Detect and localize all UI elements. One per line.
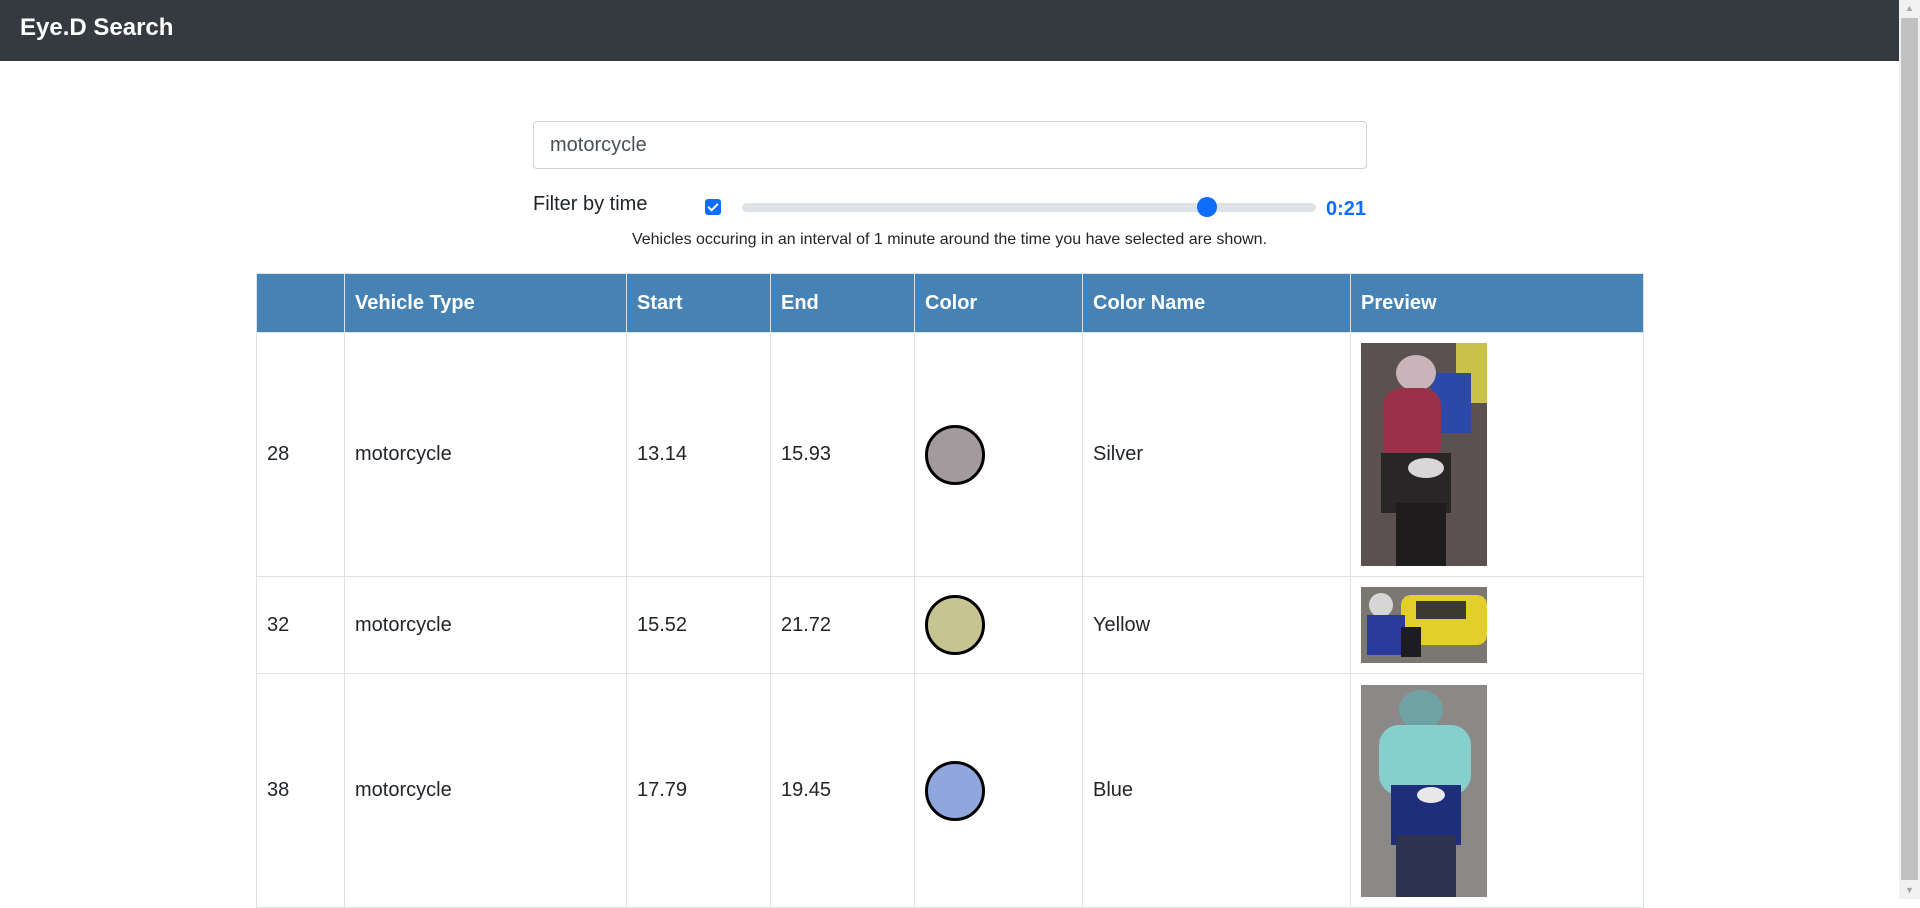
filter-hint: Vehicles occuring in an interval of 1 mi… [0, 231, 1899, 249]
cell-preview [1350, 576, 1644, 674]
cell-preview [1350, 332, 1644, 577]
scrollbar-thumb[interactable] [1901, 18, 1918, 880]
filter-by-time-label: Filter by time [533, 193, 648, 215]
navbar: Eye.D Search [0, 0, 1899, 61]
color-swatch [925, 595, 985, 655]
cell-end: 21.72 [770, 576, 915, 674]
scroll-up-arrow-icon[interactable]: ▲ [1899, 0, 1920, 17]
cell-start: 15.52 [626, 576, 771, 674]
cell-end: 19.45 [770, 673, 915, 908]
app-brand[interactable]: Eye.D Search [20, 13, 173, 43]
cell-color-name: Yellow [1082, 576, 1351, 674]
color-swatch [925, 760, 985, 821]
cell-id: 28 [256, 332, 345, 577]
column-header-color-name: Color Name [1082, 273, 1351, 333]
filter-hint-text: Vehicles occuring in an interval of 1 mi… [631, 231, 1268, 248]
vertical-scrollbar[interactable]: ▲ ▼ [1899, 0, 1920, 899]
column-header-id [256, 273, 345, 333]
table-row[interactable]: 28 motorcycle 13.14 15.93 Silver [256, 332, 1644, 577]
table-header-row: Vehicle Type Start End Color Color Name … [256, 273, 1644, 333]
cell-start: 13.14 [626, 332, 771, 577]
motorcycle-near-yellow-car-image [1361, 587, 1633, 663]
cell-color [914, 576, 1083, 674]
cell-color [914, 673, 1083, 908]
time-slider[interactable] [742, 197, 1316, 217]
color-swatch [925, 424, 985, 485]
column-header-start: Start [626, 273, 771, 333]
cell-start: 17.79 [626, 673, 771, 908]
cell-color-name: Silver [1082, 332, 1351, 577]
cell-id: 32 [256, 576, 345, 674]
cell-preview [1350, 673, 1644, 908]
column-header-end: End [770, 273, 915, 333]
cell-vehicle-type: motorcycle [344, 332, 627, 577]
cell-color [914, 332, 1083, 577]
scroll-down-arrow-icon[interactable]: ▼ [1899, 882, 1920, 899]
cell-vehicle-type: motorcycle [344, 673, 627, 908]
cell-color-name: Blue [1082, 673, 1351, 908]
table-row[interactable]: 32 motorcycle 15.52 21.72 Yellow [256, 576, 1644, 674]
motorcycle-rider-red-jacket-image [1361, 343, 1633, 566]
time-slider-value: 0:21 [1326, 198, 1367, 220]
motorcycle-rider-teal-jacket-image [1361, 684, 1633, 897]
table-row[interactable]: 38 motorcycle 17.79 19.45 Blue [256, 673, 1644, 908]
column-header-vehicle-type: Vehicle Type [344, 273, 627, 333]
filter-by-time-checkbox[interactable] [705, 199, 721, 215]
cell-id: 38 [256, 673, 345, 908]
cell-end: 15.93 [770, 332, 915, 577]
column-header-preview: Preview [1350, 273, 1644, 333]
cell-vehicle-type: motorcycle [344, 576, 627, 674]
column-header-color: Color [914, 273, 1083, 333]
time-slider-handle[interactable] [1196, 197, 1217, 217]
search-input[interactable] [533, 121, 1367, 169]
results-table: Vehicle Type Start End Color Color Name … [256, 273, 1644, 908]
